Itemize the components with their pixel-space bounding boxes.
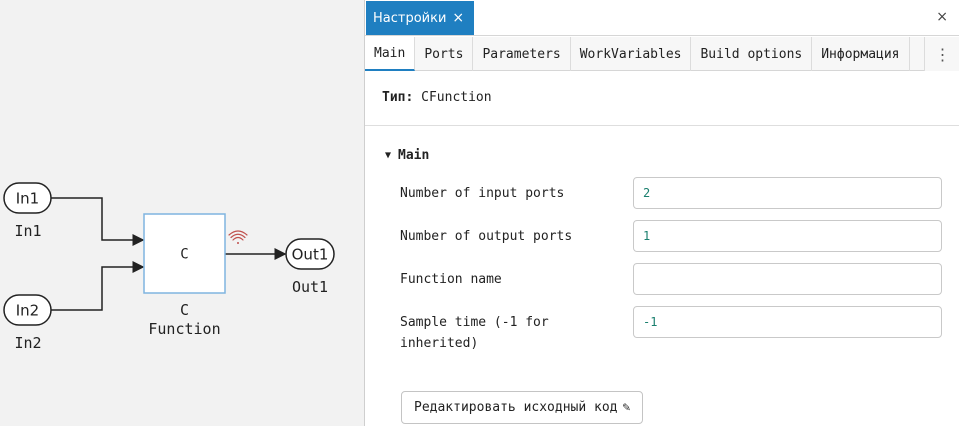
inport-in2[interactable]: In2: [3, 294, 52, 326]
output-ports-value: 1: [643, 229, 651, 243]
input-ports-field[interactable]: 2: [633, 177, 942, 209]
block-type-row: Тип: CFunction: [382, 90, 492, 105]
input-ports-label: Number of input ports: [400, 186, 565, 201]
caret-down-icon: ▼: [385, 150, 392, 161]
model-canvas[interactable]: In1 In1 In2 In2 C C Function Out1 Out1: [0, 0, 364, 426]
panel-title: Настройки: [373, 10, 447, 26]
sample-time-field[interactable]: -1: [633, 306, 942, 338]
edit-source-code-button[interactable]: Редактировать исходный код ✎: [401, 391, 644, 424]
output-ports-field[interactable]: 1: [633, 220, 942, 252]
inport-in1-label: In1: [16, 190, 39, 208]
settings-panel: Настройки × × Main Ports Parameters Work…: [364, 0, 959, 426]
c-function-caption-line2: Function: [148, 320, 220, 338]
outport-out1[interactable]: Out1: [285, 238, 335, 270]
tab-build-options[interactable]: Build options: [691, 37, 813, 71]
tab-label: Parameters: [482, 46, 561, 62]
panel-tab-settings[interactable]: Настройки ×: [366, 1, 475, 35]
section-main-header[interactable]: ▼ Main: [385, 148, 429, 163]
inport-in2-label: In2: [16, 302, 39, 320]
connection-in2-to-c[interactable]: [51, 261, 145, 311]
function-name-label: Function name: [400, 272, 502, 287]
tab-information[interactable]: Информация: [812, 37, 910, 71]
c-function-caption-line1: C: [180, 301, 189, 319]
wifi-signal-icon: [228, 230, 248, 244]
connection-in1-to-c[interactable]: [51, 197, 145, 246]
sample-time-value: -1: [643, 315, 658, 329]
section-title: Main: [398, 148, 430, 163]
tab-label: Main: [374, 45, 406, 61]
outport-out1-caption: Out1: [292, 278, 328, 296]
input-ports-value: 2: [643, 186, 651, 200]
panel-close-icon[interactable]: ×: [936, 9, 948, 25]
tab-label: WorkVariables: [579, 46, 682, 62]
panel-header: Настройки × ×: [365, 0, 959, 36]
inport-in1-caption: In1: [14, 222, 41, 240]
inport-in1[interactable]: In1: [3, 182, 52, 214]
more-vertical-icon[interactable]: ⋮: [924, 37, 959, 71]
type-label: Тип:: [382, 90, 414, 105]
divider: [365, 125, 959, 126]
property-tabs: Main Ports Parameters WorkVariables Buil…: [365, 37, 959, 71]
outport-out1-label: Out1: [292, 246, 329, 264]
tab-label: Информация: [821, 46, 900, 62]
pencil-icon: ✎: [622, 400, 631, 415]
sample-time-label: Sample time (-1 for inherited): [400, 315, 549, 351]
tab-workvariables[interactable]: WorkVariables: [571, 37, 692, 71]
c-function-block[interactable]: C: [143, 213, 226, 294]
output-ports-label: Number of output ports: [400, 229, 573, 244]
inport-in2-caption: In2: [14, 334, 41, 352]
type-value: CFunction: [421, 90, 492, 105]
tab-ports[interactable]: Ports: [415, 37, 474, 71]
tab-parameters[interactable]: Parameters: [473, 37, 571, 71]
diagram-svg: In1 In1 In2 In2 C C Function Out1 Out1: [3, 182, 335, 352]
tab-label: Build options: [700, 46, 803, 62]
function-name-field[interactable]: [633, 263, 942, 295]
close-icon[interactable]: ×: [452, 10, 464, 26]
c-function-symbol: C: [180, 247, 188, 263]
tab-main[interactable]: Main: [365, 37, 416, 71]
tab-label: Ports: [424, 46, 464, 62]
edit-source-code-label: Редактировать исходный код: [414, 400, 618, 415]
